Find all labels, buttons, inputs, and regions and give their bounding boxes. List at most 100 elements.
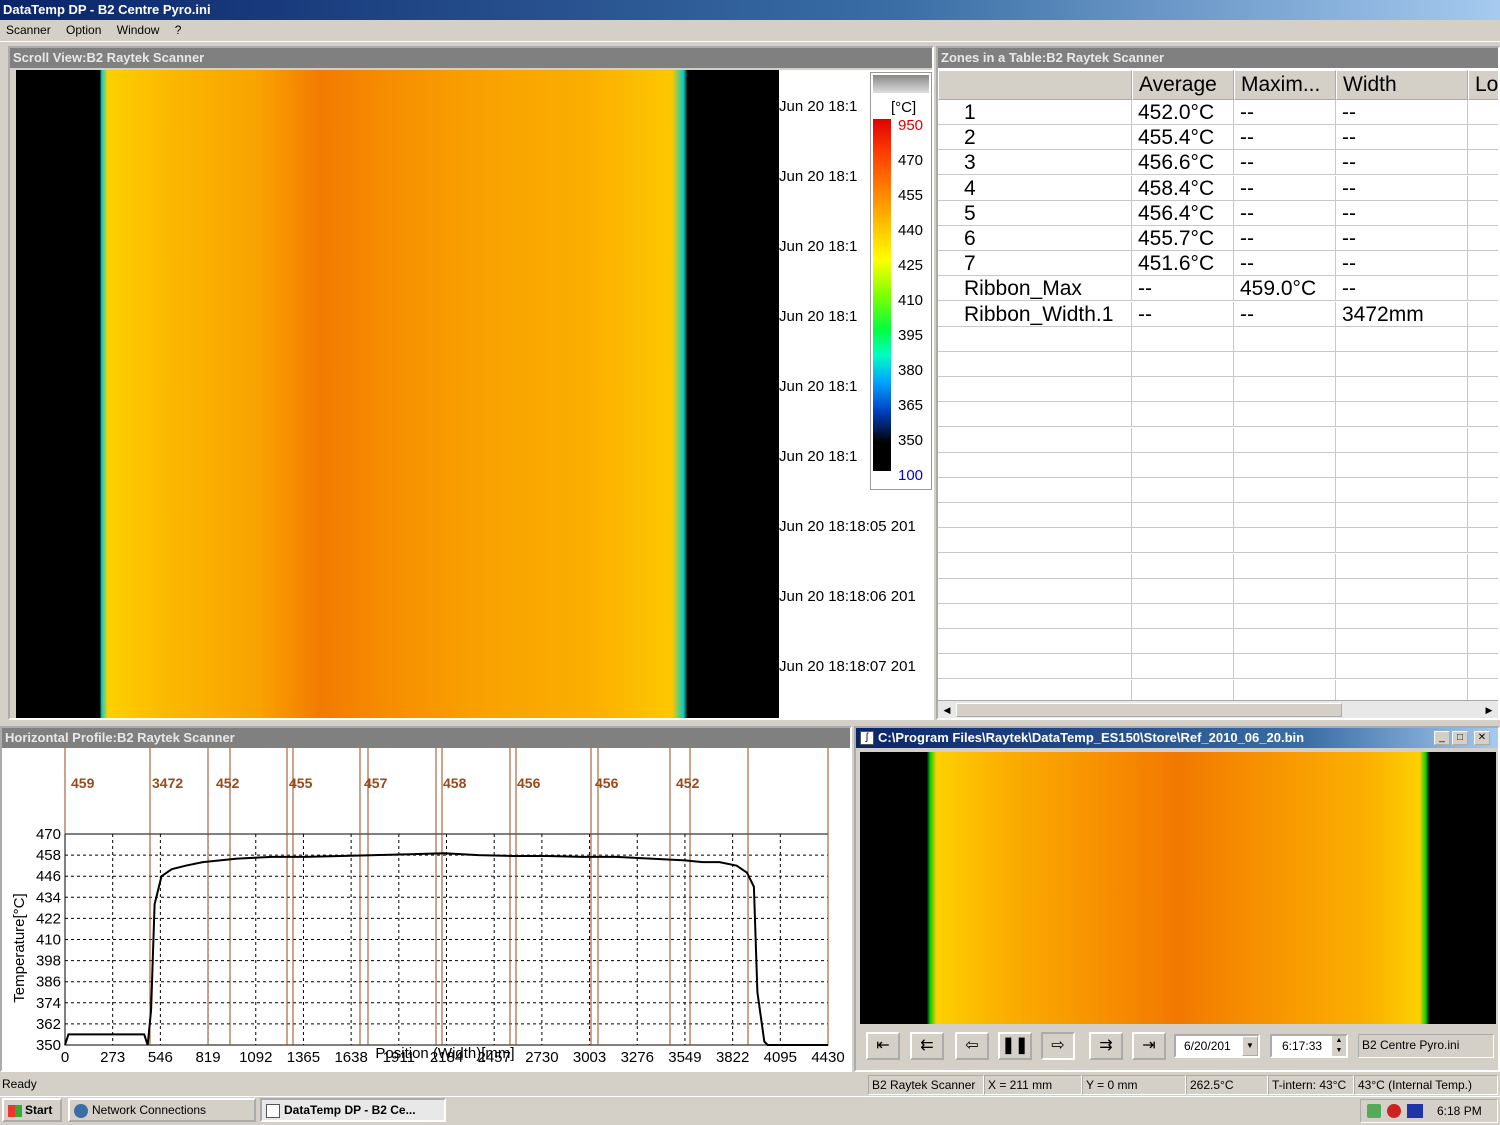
taskbar-datatemp[interactable]: DataTemp DP - B2 Ce... — [260, 1098, 446, 1122]
spinner-up-icon[interactable]: ▲ — [1332, 1036, 1346, 1046]
col-header-lo[interactable]: Lo — [1468, 70, 1498, 100]
table-cell — [1132, 352, 1234, 377]
step-forward-button[interactable]: ⇨ — [1041, 1032, 1075, 1060]
close-button[interactable]: ✕ — [1474, 731, 1490, 745]
first-frame-button[interactable]: ⇤ — [866, 1032, 900, 1060]
table-cell — [938, 578, 1132, 604]
table-row[interactable] — [938, 427, 1498, 453]
table-cell — [1234, 402, 1336, 428]
x-tick-label: 819 — [196, 1049, 221, 1066]
table-row[interactable]: 2 455.4°C -- -- — [938, 125, 1498, 151]
col-header-maximum[interactable]: Maxim... — [1234, 70, 1336, 100]
table-row[interactable] — [938, 402, 1498, 428]
table-cell — [1336, 452, 1468, 478]
table-cell — [1468, 201, 1498, 226]
table-row[interactable] — [938, 654, 1498, 680]
table-row[interactable] — [938, 478, 1498, 503]
table-row[interactable] — [938, 452, 1498, 478]
table-cell — [938, 352, 1132, 377]
table-cell — [1234, 377, 1336, 403]
playback-window: C:\Program Files\Raytek\DataTemp_ES150\S… — [854, 726, 1500, 1072]
network-icon — [74, 1103, 88, 1118]
date-picker[interactable]: 6/20/201 ▼ — [1174, 1034, 1260, 1058]
table-cell — [1468, 579, 1498, 604]
table-cell — [1234, 326, 1336, 352]
rewind-button[interactable]: ⇇ — [910, 1032, 944, 1060]
table-row[interactable] — [938, 604, 1498, 629]
table-cell — [1468, 276, 1498, 302]
table-row[interactable] — [938, 377, 1498, 403]
table-cell: 451.6°C — [1132, 251, 1234, 277]
table-row[interactable] — [938, 578, 1498, 604]
menu-help[interactable]: ? — [169, 20, 188, 40]
table-cell: 455.4°C — [1132, 125, 1234, 151]
zone-label: 456 — [517, 775, 541, 791]
pause-button[interactable]: ❚❚ — [998, 1032, 1032, 1060]
table-row[interactable] — [938, 352, 1498, 377]
table-row[interactable]: 7 451.6°C -- -- — [938, 251, 1498, 277]
tray-network-icon[interactable] — [1367, 1104, 1381, 1118]
table-cell — [1336, 352, 1468, 377]
step-back-button[interactable]: ⇦ — [955, 1032, 989, 1060]
table-row[interactable] — [938, 629, 1498, 655]
table-row[interactable]: 6 455.7°C -- -- — [938, 226, 1498, 251]
zone-label: 455 — [289, 775, 313, 791]
horizontal-scrollbar[interactable]: ◀ ▶ — [938, 700, 1498, 718]
table-cell — [1336, 402, 1468, 428]
table-row[interactable] — [938, 326, 1498, 352]
scrollbar-thumb[interactable] — [956, 703, 1342, 717]
x-tick-label: 2730 — [525, 1049, 558, 1066]
table-cell — [938, 654, 1132, 680]
table-cell: 459.0°C — [1234, 276, 1336, 302]
last-frame-button[interactable]: ⇥ — [1132, 1032, 1166, 1060]
table-row[interactable]: 5 456.4°C -- -- — [938, 200, 1498, 226]
table-cell — [1336, 604, 1468, 629]
menu-scanner[interactable]: Scanner — [0, 20, 57, 40]
table-row[interactable] — [938, 528, 1498, 554]
menu-option[interactable]: Option — [60, 20, 107, 40]
table-row[interactable] — [938, 553, 1498, 579]
table-row[interactable] — [938, 503, 1498, 529]
table-cell — [938, 604, 1132, 629]
col-header-blank[interactable] — [938, 70, 1132, 100]
windows-logo-icon — [8, 1104, 22, 1117]
menu-window[interactable]: Window — [111, 20, 166, 40]
system-tray: 6:18 PM — [1360, 1099, 1498, 1123]
table-row[interactable]: 1 452.0°C -- -- — [938, 100, 1498, 125]
taskbar-network-connections[interactable]: Network Connections — [68, 1098, 256, 1122]
playback-title: C:\Program Files\Raytek\DataTemp_ES150\S… — [878, 730, 1305, 745]
col-header-average[interactable]: Average — [1132, 70, 1234, 100]
fast-forward-button[interactable]: ⇉ — [1089, 1032, 1123, 1060]
table-row[interactable]: 3 456.6°C -- -- — [938, 150, 1498, 176]
x-tick-label: 3003 — [573, 1049, 606, 1066]
col-header-width[interactable]: Width — [1336, 70, 1468, 100]
table-cell — [1132, 629, 1234, 655]
start-button[interactable]: Start — [2, 1098, 62, 1122]
table-cell — [1468, 226, 1498, 251]
scroll-left-arrow-icon[interactable]: ◀ — [940, 703, 954, 717]
table-cell — [1132, 528, 1234, 554]
time-value: 6:17:33 — [1282, 1039, 1323, 1053]
table-row[interactable]: 4 458.4°C -- -- — [938, 175, 1498, 201]
timestamp: Jun 20 18:1 — [779, 238, 858, 255]
tray-shield-icon[interactable] — [1387, 1104, 1401, 1118]
time-spinner[interactable]: 6:17:33 ▲ ▼ — [1270, 1034, 1348, 1058]
table-row[interactable]: Ribbon_Max -- 459.0°C -- — [938, 276, 1498, 302]
scroll-right-arrow-icon[interactable]: ▶ — [1482, 703, 1496, 717]
table-cell: -- — [1234, 150, 1336, 176]
spinner-down-icon[interactable]: ▼ — [1332, 1046, 1346, 1056]
table-cell — [938, 553, 1132, 579]
table-cell: Ribbon_Max — [938, 276, 1132, 302]
y-tick-label: 386 — [36, 974, 61, 991]
table-cell: 455.7°C — [1132, 226, 1234, 251]
table-cell — [1468, 150, 1498, 176]
x-tick-label: 3822 — [716, 1049, 749, 1066]
table-row[interactable]: Ribbon_Width.1 -- -- 3472mm — [938, 301, 1498, 327]
y-tick-label: 470 — [36, 826, 61, 843]
minimize-button[interactable]: _ — [1434, 731, 1450, 745]
tray-monitor-icon[interactable] — [1407, 1104, 1423, 1118]
maximize-button[interactable]: □ — [1452, 731, 1468, 745]
table-cell — [1234, 578, 1336, 604]
chevron-down-icon[interactable]: ▼ — [1242, 1036, 1258, 1056]
table-cell — [1336, 553, 1468, 579]
